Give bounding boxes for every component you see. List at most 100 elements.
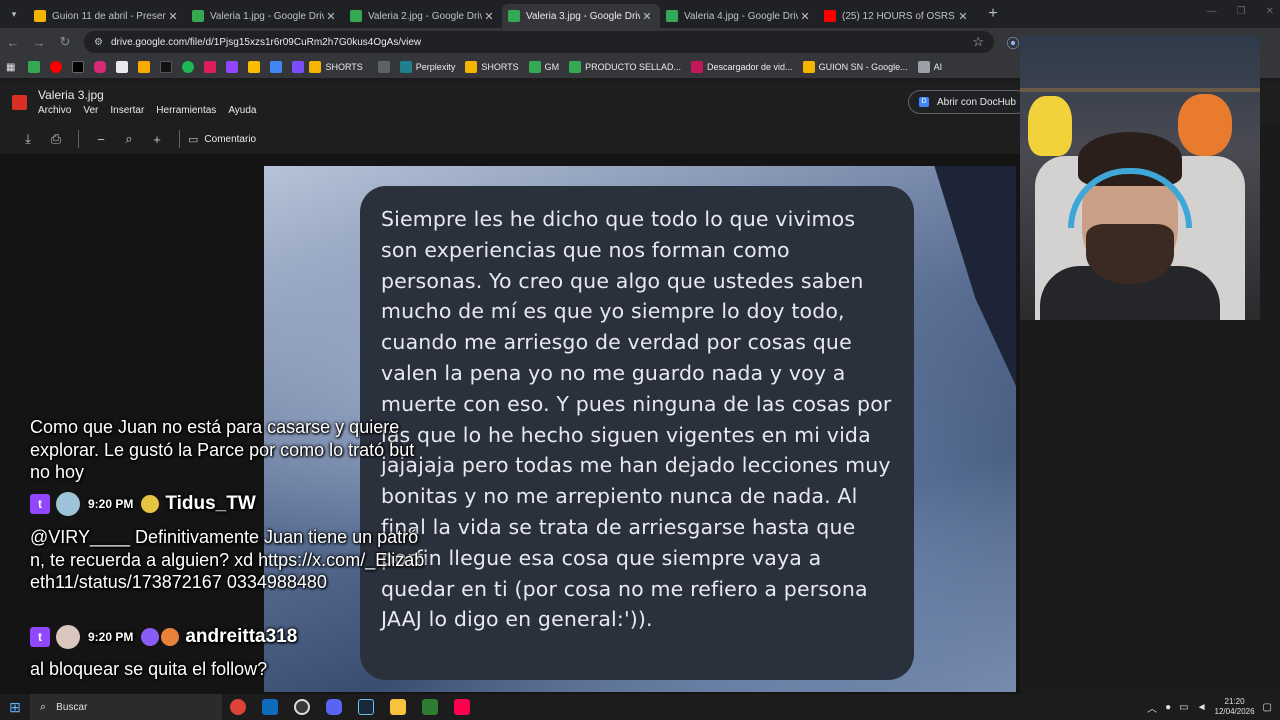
system-tray: ︿ ● ▭ ◄ 21:20 12/04/2026 ▢ (1147, 694, 1280, 720)
address-bar[interactable]: ⚙ drive.google.com/file/d/1Pjsg15xzs1r6r… (84, 31, 994, 53)
bookmark-descargador[interactable]: Descargador de vid... (691, 61, 793, 73)
bookmark-green-icon[interactable] (182, 61, 195, 73)
menu-bar: Archivo Ver Insertar Herramientas Ayuda (38, 105, 257, 116)
search-icon: ⌕ (40, 700, 47, 713)
open-with-dochub-button[interactable]: D Abrir con DocHub (908, 90, 1028, 114)
network-icon[interactable]: ▭ (1179, 702, 1188, 713)
menu-ayuda[interactable]: Ayuda (228, 105, 256, 116)
close-tab-icon[interactable]: ✕ (482, 10, 496, 23)
close-tab-icon[interactable]: ✕ (166, 10, 180, 23)
sheets-icon[interactable] (28, 61, 41, 73)
notifications-icon[interactable]: ▢ (1263, 702, 1272, 713)
game-app-icon[interactable] (414, 694, 446, 720)
twitch-icon: t (30, 494, 50, 514)
viewer-toolbar: ⤓ ⎙ − ⌕ + ▭ Comentario (0, 124, 1022, 154)
bookmark-perplexity[interactable]: Perplexity (399, 61, 455, 73)
microphone-icon[interactable]: ● (1165, 702, 1171, 713)
file-explorer-app-icon[interactable] (382, 694, 414, 720)
bookmark-star-icon[interactable]: ☆ (972, 34, 984, 50)
webcam-overlay (1020, 36, 1260, 320)
volume-icon[interactable]: ◄ (1197, 702, 1207, 713)
bookmark-blue-icon[interactable] (270, 61, 283, 73)
bookmark-grey-icon[interactable] (377, 61, 390, 73)
apps-grid-icon[interactable]: ▦ (6, 62, 15, 73)
twitch-icon: t (30, 627, 50, 647)
downloader-icon (691, 61, 704, 73)
bookmark-violet-icon[interactable] (292, 61, 305, 73)
bookmark-yellow-icon[interactable] (248, 61, 261, 73)
chat-message: @VIRY____ Definitivamente Juan tiene un … (30, 527, 425, 592)
bookmark-ai[interactable]: AI (917, 61, 942, 73)
close-tab-icon[interactable]: ✕ (798, 10, 812, 23)
tab-valeria-4[interactable]: Valeria 4.jpg - Google Drive ✕ (660, 4, 818, 28)
menu-herramientas[interactable]: Herramientas (156, 105, 216, 116)
new-tab-button[interactable]: + (982, 5, 1004, 23)
cam-beard (1086, 224, 1174, 284)
tiktok-icon[interactable] (160, 61, 173, 73)
reload-icon[interactable]: ↻ (52, 34, 78, 50)
outlook-app-icon[interactable] (254, 694, 286, 720)
chrome-app-icon[interactable] (222, 694, 254, 720)
clock[interactable]: 21:20 12/04/2026 (1215, 697, 1255, 717)
x-icon[interactable] (72, 61, 85, 73)
chat-message: al bloquear se quita el follow? (30, 659, 268, 679)
close-tab-icon[interactable]: ✕ (324, 10, 338, 23)
back-arrow-icon[interactable]: ← (0, 35, 26, 50)
menu-ver[interactable]: Ver (83, 105, 98, 116)
comment-button[interactable]: ▭ Comentario (188, 133, 256, 146)
minimize-icon[interactable]: — (1207, 6, 1217, 17)
close-tab-icon[interactable]: ✕ (640, 10, 654, 23)
obs-app-icon[interactable] (286, 694, 318, 720)
zoom-in-icon[interactable]: + (143, 132, 171, 147)
image-file-icon (12, 95, 27, 110)
close-window-icon[interactable]: ✕ (1266, 6, 1274, 17)
windows-start-icon[interactable]: ⊞ (0, 699, 30, 716)
tab-valeria-2[interactable]: Valeria 2.jpg - Google Drive ✕ (344, 4, 502, 28)
chat-time: 9:20 PM (88, 497, 134, 511)
maximize-icon[interactable]: ❐ (1237, 6, 1246, 17)
tab-guion[interactable]: Guion 11 de abril - Presentación✕ (28, 4, 186, 28)
file-name: Valeria 3.jpg (38, 88, 104, 102)
chat-message: Como que Juan no está para casarse y qui… (30, 417, 415, 482)
download-icon[interactable]: ⤓ (14, 131, 42, 147)
tab-valeria-1[interactable]: Valeria 1.jpg - Google Drive ✕ (186, 4, 344, 28)
site-info-icon[interactable]: ⚙ (94, 37, 103, 48)
bookmark-gm[interactable]: GM (528, 61, 559, 73)
zoom-icon[interactable]: ⌕ (115, 131, 143, 147)
drive-icon (350, 10, 362, 22)
tiktok-app-icon[interactable] (446, 694, 478, 720)
bookmark-purple-icon[interactable] (226, 61, 239, 73)
tab-valeria-3[interactable]: Valeria 3.jpg - Google Drive ✕ (502, 4, 660, 28)
avatar (56, 492, 80, 516)
toolbar-divider (78, 130, 79, 148)
forward-arrow-icon[interactable]: → (26, 35, 52, 50)
menu-insertar[interactable]: Insertar (110, 105, 144, 116)
drive-icon (802, 61, 815, 73)
folder-icon (917, 61, 930, 73)
chat-username: Tidus_TW (165, 493, 256, 514)
bookmark-guion-sn[interactable]: GUION SN - Google... (802, 61, 908, 73)
tab-youtube[interactable]: (25) 12 HOURS of OSRS mu✕ (818, 4, 976, 28)
print-icon[interactable]: ⎙ (42, 131, 70, 147)
discord-app-icon[interactable] (318, 694, 350, 720)
menu-archivo[interactable]: Archivo (38, 105, 71, 116)
close-tab-icon[interactable]: ✕ (956, 10, 970, 23)
youtube-icon[interactable] (50, 61, 63, 73)
message-bubble: Siempre les he dicho que todo lo que viv… (360, 186, 914, 680)
tray-chevron-icon[interactable]: ︿ (1147, 700, 1157, 715)
bookmark-producto[interactable]: PRODUCTO SELLAD... (569, 61, 681, 73)
tab-search-chevron-icon[interactable]: ▾ (0, 0, 28, 28)
instagram-icon[interactable] (94, 61, 107, 73)
drive-icon (309, 61, 322, 73)
taskbar-search[interactable]: ⌕ Buscar (30, 694, 222, 720)
bookmark-shorts-1[interactable]: SHORTS (309, 61, 363, 73)
fox-badge-icon (161, 628, 180, 646)
steam-app-icon[interactable] (350, 694, 382, 720)
download-icon[interactable] (116, 61, 129, 73)
comment-icon: ▭ (188, 133, 199, 146)
bookmark-slack-icon[interactable] (204, 61, 217, 73)
zoom-out-icon[interactable]: − (87, 132, 115, 147)
bookmark-c-icon[interactable] (138, 61, 151, 73)
toolbar-divider (179, 130, 180, 148)
bookmark-shorts-2[interactable]: SHORTS (465, 61, 519, 73)
